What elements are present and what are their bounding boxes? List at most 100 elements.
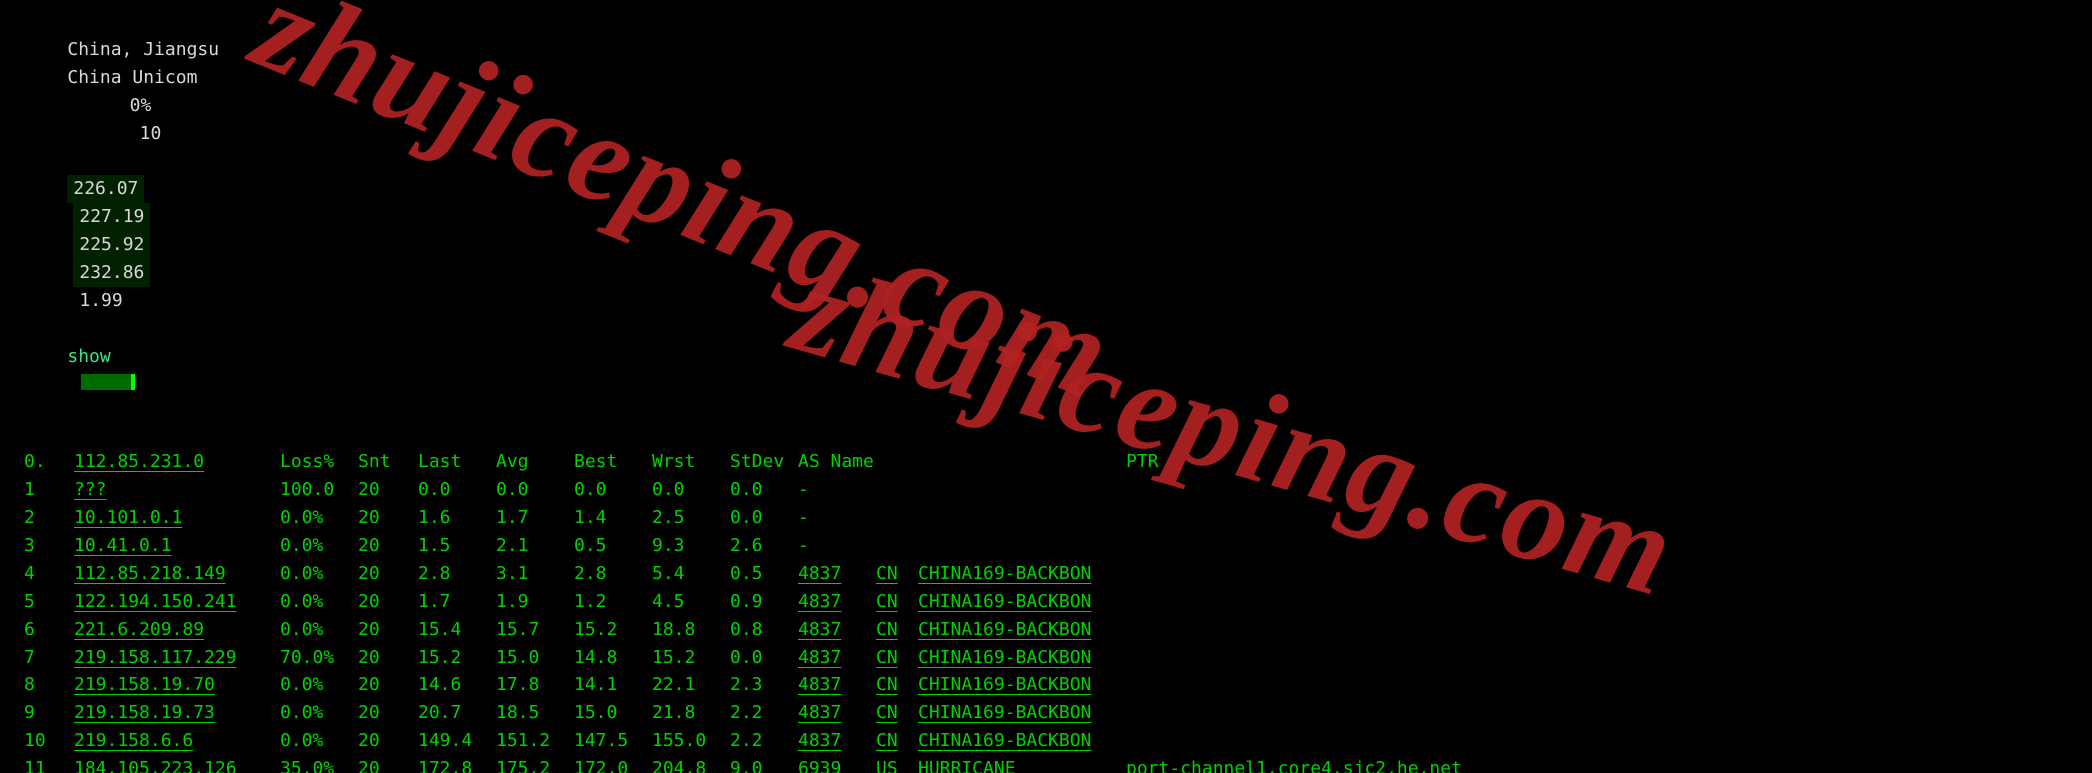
cell-avg: 15.0 xyxy=(496,644,574,672)
cell-stdev: 9.0 xyxy=(730,755,798,773)
show-link[interactable]: show xyxy=(67,343,110,371)
col-hop: 0. xyxy=(24,448,74,476)
col-ptr: PTR xyxy=(1126,448,1481,476)
cell-hop: 8 xyxy=(24,671,74,699)
cell-asn: 4837 xyxy=(798,588,876,616)
cell-last: 172.8 xyxy=(418,755,496,773)
cell-best: 1.4 xyxy=(574,504,652,532)
summary-v4: 232.86 xyxy=(73,259,150,287)
cell-loss: 35.0% xyxy=(280,755,358,773)
cell-ptr xyxy=(1126,699,1481,727)
cell-last: 20.7 xyxy=(418,699,496,727)
cell-ptr xyxy=(1126,671,1481,699)
cell-last: 0.0 xyxy=(418,476,496,504)
summary-row: China, Jiangsu China Unicom 0% 10 226.07… xyxy=(24,8,2068,426)
summary-v3: 225.92 xyxy=(73,231,150,259)
cell-loss: 100.0 xyxy=(280,476,358,504)
cell-avg: 1.9 xyxy=(496,588,574,616)
cell-asname: CHINA169-BACKBON xyxy=(918,560,1126,588)
cell-asname: CHINA169-BACKBON xyxy=(918,644,1126,672)
cell-ip: 219.158.6.6 xyxy=(74,727,280,755)
cell-cc: CN xyxy=(876,727,918,755)
cell-avg: 1.7 xyxy=(496,504,574,532)
cell-wrst: 0.0 xyxy=(652,476,730,504)
cell-ip: 184.105.223.126 xyxy=(74,755,280,773)
cell-asname: CHINA169-BACKBON xyxy=(918,671,1126,699)
summary-v2: 227.19 xyxy=(73,203,150,231)
cell-asname: - xyxy=(798,504,1126,532)
cell-snt: 20 xyxy=(358,727,418,755)
cell-wrst: 2.5 xyxy=(652,504,730,532)
cell-wrst: 21.8 xyxy=(652,699,730,727)
cell-asn: 6939 xyxy=(798,755,876,773)
cell-loss: 0.0% xyxy=(280,727,358,755)
cell-wrst: 9.3 xyxy=(652,532,730,560)
cell-asname: - xyxy=(798,476,1126,504)
cell-stdev: 0.9 xyxy=(730,588,798,616)
table-row: 9219.158.19.730.0%2020.718.515.021.82.24… xyxy=(24,699,1481,727)
cell-last: 14.6 xyxy=(418,671,496,699)
table-row: 10219.158.6.60.0%20149.4151.2147.5155.02… xyxy=(24,727,1481,755)
cell-hop: 10 xyxy=(24,727,74,755)
cell-stdev: 0.0 xyxy=(730,644,798,672)
cell-hop: 4 xyxy=(24,560,74,588)
cell-loss: 0.0% xyxy=(280,699,358,727)
cell-ip: 112.85.218.149 xyxy=(74,560,280,588)
cell-last: 15.4 xyxy=(418,616,496,644)
cell-best: 2.8 xyxy=(574,560,652,588)
cell-asn: 4837 xyxy=(798,727,876,755)
cell-cc: CN xyxy=(876,588,918,616)
cell-wrst: 204.8 xyxy=(652,755,730,773)
cell-cc: CN xyxy=(876,644,918,672)
cell-hop: 6 xyxy=(24,616,74,644)
cell-best: 15.2 xyxy=(574,616,652,644)
cell-snt: 20 xyxy=(358,644,418,672)
cell-best: 1.2 xyxy=(574,588,652,616)
table-header-row: 0. 112.85.231.0 Loss% Snt Last Avg Best … xyxy=(24,448,1481,476)
cell-last: 1.7 xyxy=(418,588,496,616)
cell-snt: 20 xyxy=(358,588,418,616)
cell-hop: 3 xyxy=(24,532,74,560)
cell-cc: US xyxy=(876,755,918,773)
cell-asname: HURRICANE xyxy=(918,755,1126,773)
col-avg: Avg xyxy=(496,448,574,476)
table-row: 8219.158.19.700.0%2014.617.814.122.12.34… xyxy=(24,671,1481,699)
cell-asn: 4837 xyxy=(798,699,876,727)
cell-stdev: 0.0 xyxy=(730,504,798,532)
cell-snt: 20 xyxy=(358,476,418,504)
cell-stdev: 2.3 xyxy=(730,671,798,699)
col-loss: Loss% xyxy=(280,448,358,476)
cell-asname: CHINA169-BACKBON xyxy=(918,588,1126,616)
cell-asn: 4837 xyxy=(798,671,876,699)
cell-asn: 4837 xyxy=(798,560,876,588)
cell-avg: 151.2 xyxy=(496,727,574,755)
cell-asn: 4837 xyxy=(798,644,876,672)
cell-ptr xyxy=(1126,560,1481,588)
table-row: 4112.85.218.1490.0%202.83.12.85.40.54837… xyxy=(24,560,1481,588)
cell-loss: 0.0% xyxy=(280,671,358,699)
cell-ptr xyxy=(1126,504,1481,532)
col-last: Last xyxy=(418,448,496,476)
cell-asn: 4837 xyxy=(798,616,876,644)
cell-ip: 219.158.117.229 xyxy=(74,644,280,672)
cell-best: 0.0 xyxy=(574,476,652,504)
summary-pct: 0% xyxy=(67,92,151,120)
col-wrst: Wrst xyxy=(652,448,730,476)
cell-snt: 20 xyxy=(358,560,418,588)
cell-hop: 2 xyxy=(24,504,74,532)
col-stdev: StDev xyxy=(730,448,798,476)
cell-avg: 2.1 xyxy=(496,532,574,560)
col-snt: Snt xyxy=(358,448,418,476)
cell-ptr xyxy=(1126,532,1481,560)
mtr-table: 0. 112.85.231.0 Loss% Snt Last Avg Best … xyxy=(24,448,1481,773)
cell-stdev: 0.0 xyxy=(730,476,798,504)
cell-avg: 15.7 xyxy=(496,616,574,644)
summary-count: 10 xyxy=(67,120,161,148)
cell-stdev: 0.5 xyxy=(730,560,798,588)
cell-loss: 0.0% xyxy=(280,504,358,532)
cell-cc: CN xyxy=(876,616,918,644)
latency-bar-icon xyxy=(81,374,135,390)
cell-snt: 20 xyxy=(358,755,418,773)
cell-asname: CHINA169-BACKBON xyxy=(918,616,1126,644)
summary-location: China, Jiangsu xyxy=(67,36,313,64)
